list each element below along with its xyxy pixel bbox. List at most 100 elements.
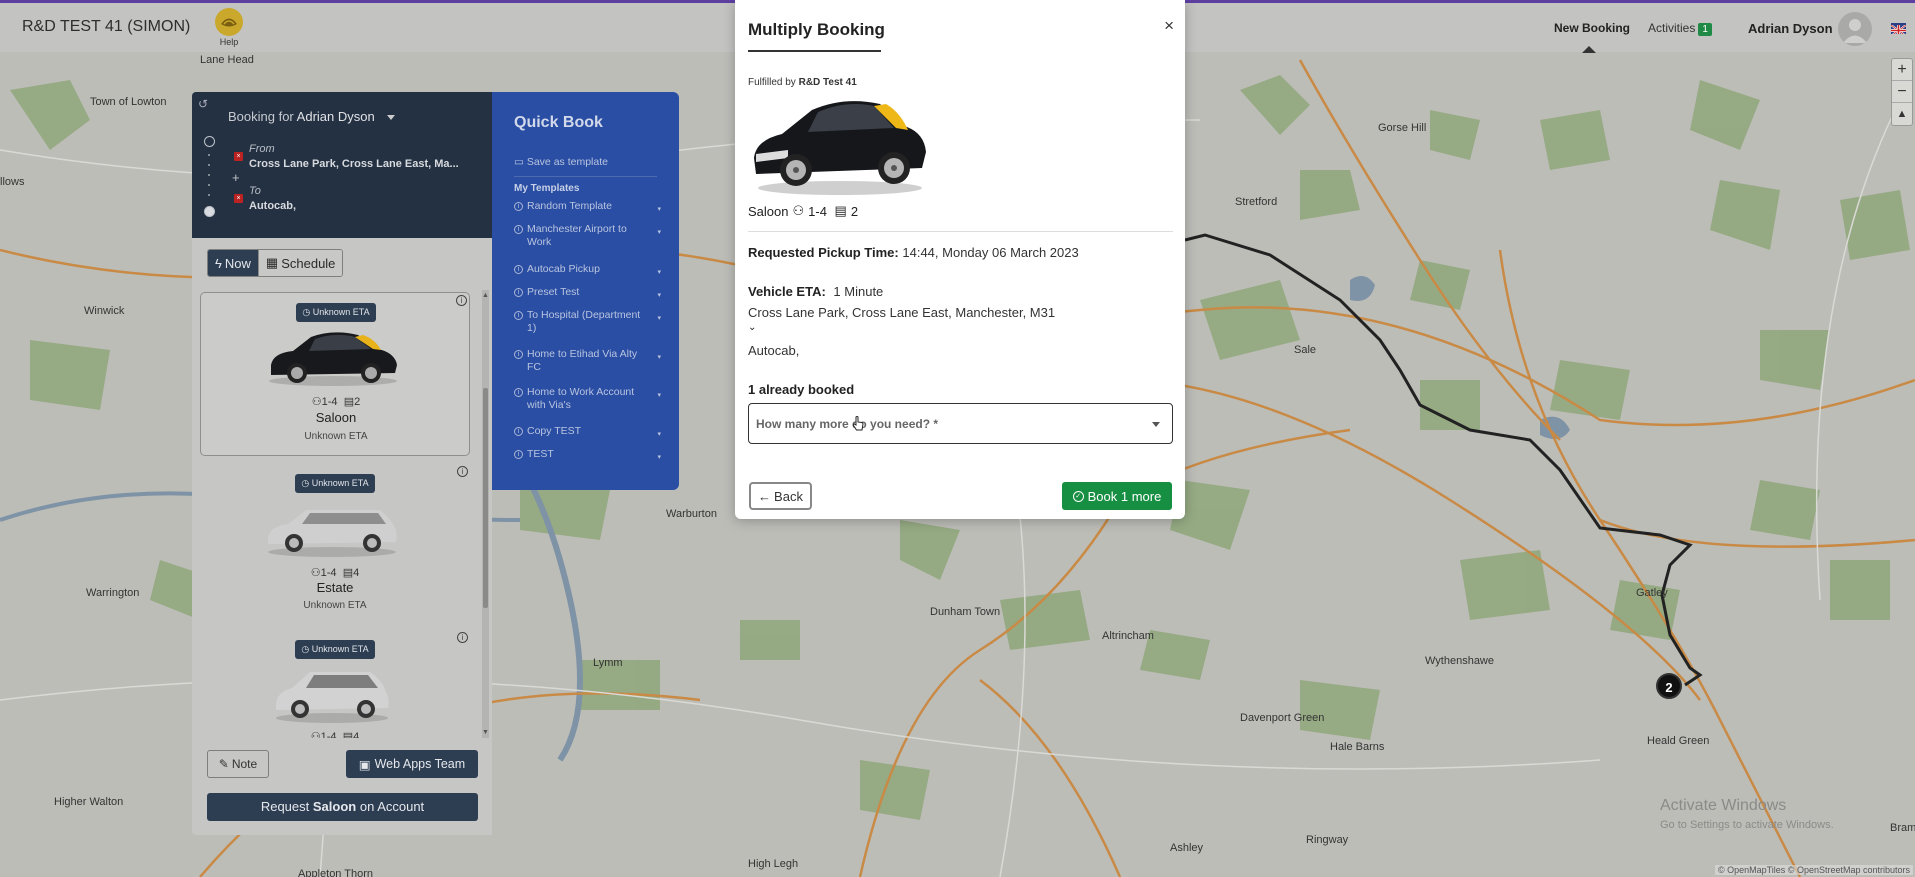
info-icon[interactable]: i <box>456 295 467 306</box>
vehicle-card-estate[interactable]: ◷ Unknown ETA i ⚇1-4 ▤4 Estate Unknown E… <box>200 464 470 628</box>
template-item[interactable]: i Manchester Airport to Work ▾ <box>514 223 664 249</box>
back-button[interactable]: ← Back <box>749 482 812 510</box>
info-icon[interactable]: i <box>457 632 468 643</box>
user-avatar-icon <box>1843 19 1867 43</box>
map-label: Hale Barns <box>1330 741 1385 753</box>
map-cluster-marker[interactable]: 2 <box>1656 673 1682 699</box>
add-stop-icon[interactable]: + <box>232 170 240 185</box>
help-icon <box>215 8 243 36</box>
info-icon[interactable]: i <box>457 466 468 477</box>
chevron-down-icon[interactable]: ▾ <box>657 203 661 216</box>
activate-windows-watermark: Activate Windows Go to Settings to activ… <box>1660 797 1834 831</box>
scroll-thumb[interactable] <box>483 388 488 608</box>
eta-label: Vehicle ETA: <box>748 284 826 299</box>
chevron-down-icon[interactable]: ▾ <box>657 389 661 402</box>
arrow-left-icon: ← <box>758 488 772 504</box>
chevron-down-icon[interactable]: ▾ <box>657 351 661 364</box>
mpv-car-icon <box>276 672 389 723</box>
scroll-up-icon[interactable]: ▲ <box>482 292 489 299</box>
from-address[interactable]: Cross Lane Park, Cross Lane East, Ma... <box>249 158 459 170</box>
template-item[interactable]: i Random Template ▾ <box>514 200 664 213</box>
booking-for-selector[interactable]: Booking for Adrian Dyson <box>228 109 395 124</box>
lightning-icon: ϟ <box>215 255 222 271</box>
uk-flag-icon[interactable] <box>1891 23 1906 34</box>
back-label: Back <box>774 488 803 504</box>
pickup-circle-icon <box>204 136 215 147</box>
vehicle-list-scrollbar[interactable]: ▲ ▼ <box>482 290 489 738</box>
requested-pickup-time: Requested Pickup Time: 14:44, Monday 06 … <box>748 245 1079 260</box>
account-button[interactable]: ▣ Web Apps Team <box>346 750 478 778</box>
info-icon: i <box>514 350 523 359</box>
clock-icon: ◷ <box>301 478 312 488</box>
pickup-value: 14:44, Monday 06 March 2023 <box>902 245 1079 260</box>
template-item[interactable]: i Autocab Pickup ▾ <box>514 263 664 276</box>
template-item[interactable]: i TEST ▾ <box>514 448 664 461</box>
chevron-down-icon[interactable]: ▾ <box>657 312 661 325</box>
book-more-button[interactable]: ✓ Book 1 more <box>1062 482 1172 510</box>
note-button[interactable]: ✎ Note <box>207 750 269 778</box>
nav-activities[interactable]: Activities 1 <box>1648 21 1712 36</box>
remove-from-icon[interactable]: × <box>234 152 243 161</box>
briefcase-icon: ▣ <box>358 757 371 772</box>
eta-pill-label: Unknown ETA <box>312 307 370 317</box>
fulfilled-prefix: Fulfilled by <box>748 77 796 88</box>
passenger-count: 1-4 <box>320 567 337 579</box>
request-prefix: Request <box>260 799 310 814</box>
user-name[interactable]: Adrian Dyson <box>1748 21 1833 36</box>
vehicle-card-saloon[interactable]: ◷ Unknown ETA i ⚇1-4 ▤2 Saloon Unknown E… <box>200 292 470 456</box>
scroll-down-icon[interactable]: ▼ <box>482 729 489 736</box>
book-more-label: Book 1 more <box>1087 488 1162 504</box>
luggage-icon: ▤ <box>342 731 354 738</box>
nav-new-booking[interactable]: New Booking <box>1554 21 1630 35</box>
help-button[interactable]: Help <box>214 8 244 47</box>
template-label: Preset Test <box>527 286 580 298</box>
chevron-down-icon[interactable]: ▾ <box>657 451 661 464</box>
remove-to-icon[interactable]: × <box>234 194 243 203</box>
eta-pill: ◷ Unknown ETA <box>296 303 376 322</box>
save-icon: ▭ <box>514 156 527 168</box>
template-item[interactable]: i Home to Work Account with Via's ▾ <box>514 386 664 412</box>
luggage-count: 2 <box>850 203 859 219</box>
template-item[interactable]: i Copy TEST ▾ <box>514 425 664 438</box>
map-label: Lane Head <box>200 54 254 66</box>
map-label: Town of Lowton <box>90 96 167 108</box>
to-address[interactable]: Autocab, <box>249 200 296 212</box>
quick-book-panel: Quick Book ▭ Save as template My Templat… <box>492 92 679 490</box>
reset-bearing-button[interactable]: ▲ <box>1892 103 1912 125</box>
chevron-down-icon[interactable]: ▾ <box>657 266 661 279</box>
account-label: Web Apps Team <box>374 757 466 771</box>
vehicle-card-mpv[interactable]: ◷ Unknown ETA i ⚇1-4 ▤4 <box>200 630 470 738</box>
avatar[interactable] <box>1838 12 1872 46</box>
vehicle-list[interactable]: ◷ Unknown ETA i ⚇1-4 ▤2 Saloon Unknown E… <box>200 290 476 738</box>
reset-icon[interactable]: ↺ <box>198 97 208 111</box>
request-booking-button[interactable]: Request Saloon on Account <box>207 793 478 821</box>
passenger-icon: ⚇ <box>311 396 322 408</box>
now-label: Now <box>224 255 251 271</box>
to-label: To <box>249 185 261 197</box>
schedule-button[interactable]: ▦ Schedule <box>257 250 343 276</box>
chevron-down-icon[interactable]: ▾ <box>657 428 661 441</box>
template-item[interactable]: i Home to Etihad Via Alty FC ▾ <box>514 348 664 374</box>
booking-time-toggle: ϟ Now ▦ Schedule <box>207 249 344 277</box>
zoom-in-button[interactable]: + <box>1892 59 1912 81</box>
save-as-template-button[interactable]: ▭ Save as template <box>514 156 608 168</box>
calendar-icon: ▦ <box>265 255 279 270</box>
booking-header: ↺ Booking for Adrian Dyson × + × From Cr… <box>192 92 492 238</box>
passenger-icon: ⚇ <box>310 567 321 579</box>
close-icon[interactable]: × <box>1164 16 1174 36</box>
map-label: Higher Walton <box>54 796 124 808</box>
my-templates-heading: My Templates <box>514 183 580 194</box>
chevron-down-icon[interactable]: ▾ <box>657 226 661 239</box>
zoom-out-button[interactable]: − <box>1892 81 1912 103</box>
chevron-down-icon[interactable]: ▾ <box>657 289 661 302</box>
template-item[interactable]: i To Hospital (Department 1) ▾ <box>514 309 664 335</box>
map-label: Bram <box>1890 822 1915 834</box>
template-item[interactable]: i Preset Test ▾ <box>514 286 664 299</box>
info-icon: i <box>514 450 523 459</box>
booking-for-name: Adrian Dyson <box>296 109 375 124</box>
map-attribution[interactable]: © OpenMapTiles © OpenStreetMap contribut… <box>1714 865 1913 875</box>
map-label: Gorse Hill <box>1378 122 1427 134</box>
map-label: Dunham Town <box>930 606 1001 618</box>
quantity-select[interactable]: How many more do you need? * <box>748 403 1173 444</box>
now-button[interactable]: ϟ Now <box>208 250 258 276</box>
